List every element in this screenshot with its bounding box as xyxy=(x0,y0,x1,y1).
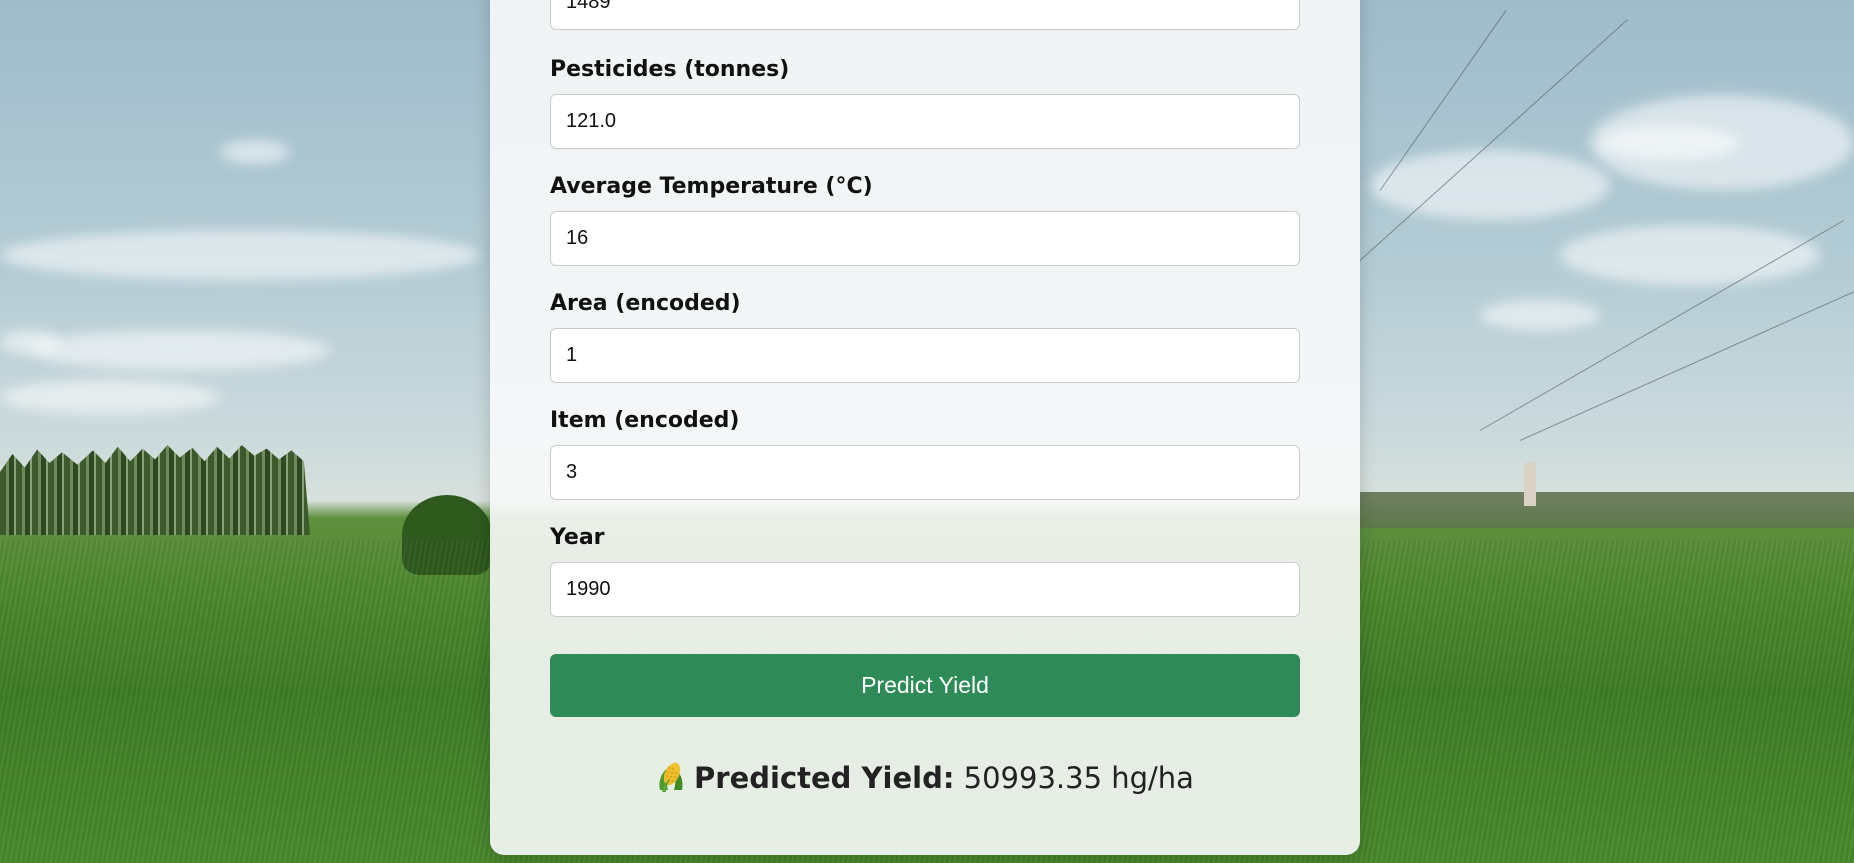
item-field-group: Item (encoded) 3 xyxy=(550,406,1300,500)
corn-icon xyxy=(656,760,686,794)
avg-temperature-label: Average Temperature (°C) xyxy=(550,174,873,199)
predicted-yield-value: 50993.35 hg/ha xyxy=(963,761,1194,795)
year-label: Year xyxy=(550,525,605,550)
item-input[interactable]: 3 xyxy=(550,445,1300,500)
area-label: Area (encoded) xyxy=(550,291,741,316)
rainfall-input[interactable]: 1489 xyxy=(550,0,1300,30)
pesticides-input[interactable]: 121.0 xyxy=(550,94,1300,149)
area-input[interactable]: 1 xyxy=(550,328,1300,383)
rainfall-field-group: 1489 xyxy=(550,0,1300,30)
avg-temperature-input[interactable]: 16 xyxy=(550,211,1300,266)
pesticides-label: Pesticides (tonnes) xyxy=(550,57,790,82)
prediction-result: Predicted Yield: 50993.35 hg/ha xyxy=(550,756,1300,800)
item-label: Item (encoded) xyxy=(550,408,740,433)
avg-temperature-field-group: Average Temperature (°C) 16 xyxy=(550,172,1300,266)
year-input[interactable]: 1990 xyxy=(550,562,1300,617)
pesticides-field-group: Pesticides (tonnes) 121.0 xyxy=(550,55,1300,149)
predicted-yield-label: Predicted Yield: xyxy=(694,761,955,795)
area-field-group: Area (encoded) 1 xyxy=(550,289,1300,383)
year-field-group: Year 1990 xyxy=(550,523,1300,617)
predict-yield-button[interactable]: Predict Yield xyxy=(550,654,1300,717)
